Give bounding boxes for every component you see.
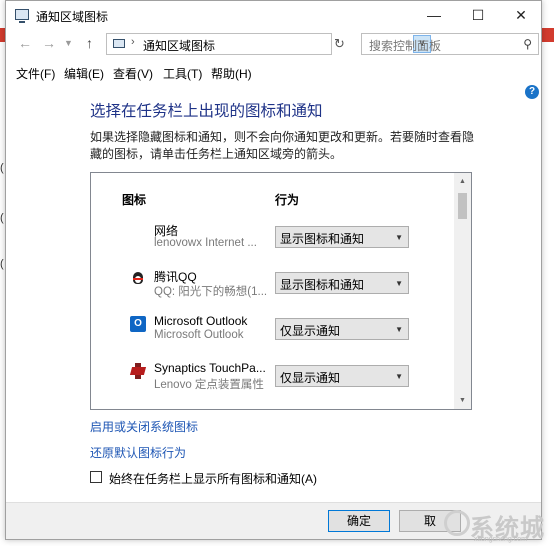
icons-list-panel: 图标 行为 网络 lenovowx Internet ... 显示图标和通知 ▼… — [90, 172, 472, 410]
content-area: ? 选择在任务栏上出现的图标和通知 如果选择隐藏图标和通知，则不会向你通知更改和… — [6, 84, 541, 539]
page-description: 如果选择隐藏图标和通知，则不会向你通知更改和更新。若要随时查看隐藏的图标，请单击… — [90, 130, 475, 161]
menu-edit[interactable]: 编辑(E) — [64, 65, 104, 82]
close-button[interactable]: ✕ — [499, 1, 543, 29]
ok-button[interactable]: 确定 — [328, 510, 390, 532]
column-header-behavior: 行为 — [275, 193, 300, 207]
address-path-box[interactable]: › 通知区域图标 ∨ — [106, 33, 431, 55]
control-panel-icon — [15, 9, 29, 23]
help-icon[interactable]: ? — [525, 85, 539, 99]
app-name: Synaptics TouchPa... — [154, 361, 266, 375]
refresh-icon[interactable]: ↻ — [334, 36, 345, 52]
behavior-value: 显示图标和通知 — [280, 232, 365, 246]
column-header-icon: 图标 — [122, 193, 147, 207]
behavior-value: 仅显示通知 — [280, 324, 341, 338]
chevron-down-icon: ▼ — [395, 233, 403, 242]
network-icon — [130, 224, 146, 240]
maximize-button[interactable]: ☐ — [456, 1, 500, 29]
list-item-network: 网络 lenovowx Internet ... 显示图标和通知 ▼ — [91, 222, 455, 268]
notification-area-icons-window: 通知区域图标 — ☐ ✕ ← → ▼ ↑ › 通知区域图标 ∨ ↻ 搜索控制面板… — [5, 0, 542, 540]
app-name: Microsoft Outlook — [154, 314, 248, 328]
menu-view[interactable]: 查看(V) — [113, 65, 153, 82]
synaptics-icon — [129, 363, 147, 379]
outlook-icon: O — [130, 316, 146, 332]
link-system-icons[interactable]: 启用或关闭系统图标 — [90, 418, 198, 435]
path-separator-icon: › — [131, 36, 135, 48]
chevron-down-icon: ▼ — [395, 325, 403, 334]
title-bar[interactable]: 通知区域图标 — ☐ ✕ — [6, 1, 541, 29]
watermark-url: xitongcheng.com — [474, 536, 527, 543]
search-control-panel-input[interactable]: 搜索控制面板 ⚲ — [361, 33, 539, 55]
app-detail: Lenovo 定点装置属性 — [154, 379, 264, 391]
app-detail: QQ: 阳光下的畅想(1... — [154, 286, 268, 298]
path-control-panel-icon — [113, 39, 125, 48]
behavior-value: 显示图标和通知 — [280, 278, 365, 292]
behavior-value: 仅显示通知 — [280, 371, 341, 385]
watermark-icon — [444, 510, 470, 536]
list-item-qq: 腾讯QQ QQ: 阳光下的畅想(1... 显示图标和通知 ▼ — [91, 268, 455, 314]
link-restore-defaults[interactable]: 还原默认图标行为 — [90, 444, 186, 461]
scroll-up-icon[interactable]: ▲ — [454, 173, 471, 190]
menu-bar: 文件(F) 编辑(E) 查看(V) 工具(T) 帮助(H) — [6, 62, 541, 82]
window-title: 通知区域图标 — [36, 10, 109, 24]
chevron-down-icon: ▼ — [395, 372, 403, 381]
list-item-synaptics: Synaptics TouchPa... Lenovo 定点装置属性 仅显示通知… — [91, 361, 455, 407]
back-arrow-icon[interactable]: ← — [18, 35, 32, 51]
up-arrow-icon[interactable]: ↑ — [86, 35, 93, 51]
search-icon[interactable]: ⚲ — [523, 37, 532, 51]
app-detail: lenovowx Internet ... — [154, 237, 257, 249]
background-text-fragment: ( — [0, 162, 4, 174]
qq-icon — [130, 270, 146, 286]
background-text-fragment: ( — [0, 212, 4, 224]
chevron-down-icon: ▼ — [395, 279, 403, 288]
behavior-select-synaptics[interactable]: 仅显示通知 ▼ — [275, 365, 409, 387]
watermark-logo: 系统城 xitongcheng.com — [442, 508, 552, 544]
minimize-button[interactable]: — — [412, 1, 456, 29]
behavior-select-network[interactable]: 显示图标和通知 ▼ — [275, 226, 409, 248]
recent-locations-chevron-icon[interactable]: ▼ — [64, 38, 73, 48]
scroll-thumb[interactable] — [458, 193, 467, 219]
always-show-label[interactable]: 始终在任务栏上显示所有图标和通知(A) — [109, 470, 317, 487]
background-text-fragment: ( — [0, 258, 4, 270]
forward-arrow-icon[interactable]: → — [42, 35, 56, 51]
search-placeholder: 搜索控制面板 — [369, 39, 442, 53]
menu-file[interactable]: 文件(F) — [16, 65, 55, 82]
background-accent-right — [542, 28, 554, 42]
address-bar: ← → ▼ ↑ › 通知区域图标 ∨ ↻ 搜索控制面板 ⚲ — [6, 31, 541, 57]
always-show-checkbox[interactable] — [90, 471, 102, 483]
menu-tools[interactable]: 工具(T) — [163, 65, 202, 82]
scroll-down-icon[interactable]: ▼ — [454, 392, 471, 409]
address-path-text: 通知区域图标 — [143, 39, 216, 53]
page-heading: 选择在任务栏上出现的图标和通知 — [90, 103, 323, 120]
behavior-select-qq[interactable]: 显示图标和通知 ▼ — [275, 272, 409, 294]
list-item-outlook: O Microsoft Outlook Microsoft Outlook 仅显… — [91, 314, 455, 360]
vertical-scrollbar[interactable]: ▲ ▼ — [454, 173, 471, 409]
menu-help[interactable]: 帮助(H) — [211, 65, 252, 82]
app-detail: Microsoft Outlook — [154, 329, 244, 341]
behavior-select-outlook[interactable]: 仅显示通知 ▼ — [275, 318, 409, 340]
